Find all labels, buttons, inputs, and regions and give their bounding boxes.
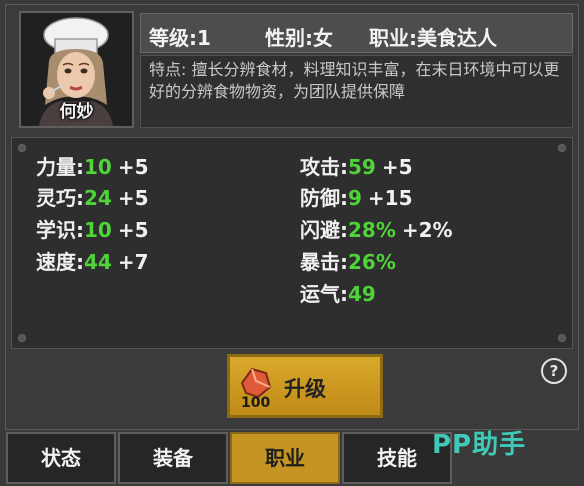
stat-value: 9 xyxy=(348,186,362,210)
stat-knowledge: 学识:10 +5 xyxy=(36,214,149,243)
stat-label: 速度: xyxy=(36,250,84,274)
stat-label: 学识: xyxy=(36,218,84,242)
rivet-icon xyxy=(558,144,566,152)
stat-bonus: +5 xyxy=(117,218,149,242)
stat-label: 暴击: xyxy=(300,250,348,274)
trait-description: 特点: 擅长分辨食材，料理知识丰富，在末日环境中可以更好的分辨食物物资，为团队提… xyxy=(140,55,573,128)
rivet-icon xyxy=(18,144,26,152)
stat-crit: 暴击:26% xyxy=(300,246,396,275)
stat-label: 闪避: xyxy=(300,218,348,242)
stat-value: 10 xyxy=(84,218,112,242)
upgrade-button[interactable]: 升级 100 xyxy=(227,354,383,418)
stat-value: 28% xyxy=(348,218,396,242)
stat-value: 49 xyxy=(348,282,376,306)
stat-defense: 防御:9 +15 xyxy=(300,182,413,211)
stat-label: 攻击: xyxy=(300,155,348,179)
rivet-icon xyxy=(558,334,566,342)
stat-luck: 运气:49 xyxy=(300,278,376,307)
tab-status[interactable]: 状态 xyxy=(6,432,116,484)
stat-dodge: 闪避:28% +2% xyxy=(300,214,453,243)
gender-text: 性别:女 xyxy=(265,26,333,50)
stat-value: 10 xyxy=(84,155,112,179)
stat-bonus: +5 xyxy=(381,155,413,179)
character-info-header: 等级:1 性别:女 职业:美食达人 xyxy=(140,13,573,53)
help-button[interactable]: ? xyxy=(541,358,567,384)
stat-value: 26% xyxy=(348,250,396,274)
stat-label: 灵巧: xyxy=(36,186,84,210)
profession-text: 职业:美食达人 xyxy=(369,26,497,50)
stat-label: 运气: xyxy=(300,282,348,306)
stat-attack: 攻击:59 +5 xyxy=(300,151,413,180)
stat-label: 防御: xyxy=(300,186,348,210)
rivet-icon xyxy=(18,334,26,342)
stat-label: 力量: xyxy=(36,155,84,179)
stat-bonus: +5 xyxy=(117,186,149,210)
stat-bonus: +2% xyxy=(401,218,453,242)
character-portrait: 何妙 xyxy=(19,11,134,128)
stat-value: 59 xyxy=(348,155,376,179)
character-name: 何妙 xyxy=(59,102,94,122)
upgrade-cost: 100 xyxy=(241,395,271,411)
stat-value: 44 xyxy=(84,250,112,274)
stat-bonus: +15 xyxy=(367,186,413,210)
tab-equipment[interactable]: 装备 xyxy=(118,432,228,484)
tab-profession[interactable]: 职业 xyxy=(230,432,340,484)
stat-bonus: +5 xyxy=(117,155,149,179)
stat-strength: 力量:10 +5 xyxy=(36,151,149,180)
level-text: 等级:1 xyxy=(149,26,211,50)
stat-dexterity: 灵巧:24 +5 xyxy=(36,182,149,211)
stats-panel: 力量:10 +5 灵巧:24 +5 学识:10 +5 速度:44 +7 攻击:59 +5 … xyxy=(11,137,573,349)
upgrade-label: 升级 xyxy=(284,377,326,401)
stat-bonus: +7 xyxy=(117,250,149,274)
stat-value: 24 xyxy=(84,186,112,210)
watermark-logo: PP助手 xyxy=(432,430,527,460)
stat-speed: 速度:44 +7 xyxy=(36,246,149,275)
